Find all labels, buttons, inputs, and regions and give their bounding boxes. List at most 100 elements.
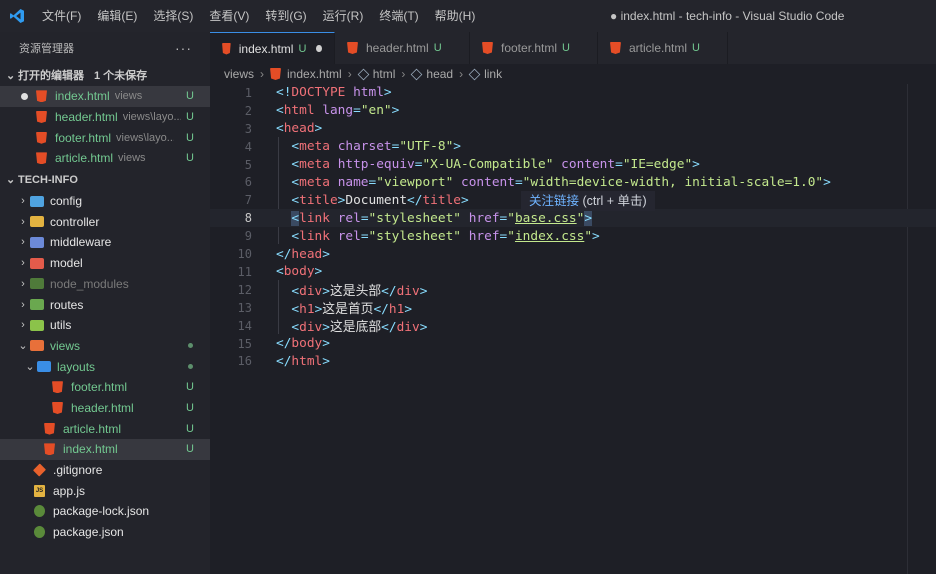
chevron-right-icon: › bbox=[21, 319, 25, 332]
menu-selection[interactable]: 选择(S) bbox=[145, 0, 201, 32]
title-bar: 文件(F) 编辑(E) 选择(S) 查看(V) 转到(G) 运行(R) 终端(T… bbox=[0, 0, 936, 32]
open-editor-name: header.html bbox=[55, 110, 118, 125]
file-item[interactable]: footer.html U bbox=[0, 377, 210, 398]
html-file-icon bbox=[222, 42, 231, 55]
code-line: 1 <!DOCTYPE html> bbox=[210, 84, 936, 102]
open-editors-label: 打开的编辑器 bbox=[18, 70, 84, 82]
menu-help[interactable]: 帮助(H) bbox=[427, 0, 484, 32]
line-number: 8 bbox=[244, 211, 252, 226]
menu-terminal[interactable]: 终端(T) bbox=[371, 0, 426, 32]
breadcrumb-item[interactable]: link bbox=[484, 67, 502, 81]
stylesheet-link[interactable]: index.css bbox=[515, 229, 584, 244]
folder-name: middleware bbox=[50, 235, 112, 250]
html-file-icon bbox=[610, 42, 621, 54]
tab-label: article.html bbox=[629, 41, 688, 55]
folder-item[interactable]: › node_modules bbox=[0, 274, 210, 295]
code-editor[interactable]: 1 <!DOCTYPE html> 2 <html lang="en"> 3 <… bbox=[210, 84, 936, 574]
line-number: 3 bbox=[244, 121, 252, 136]
folder-name: views bbox=[50, 338, 81, 353]
tab-footer-html[interactable]: footer.html U bbox=[470, 32, 598, 64]
folder-item[interactable]: › utils bbox=[0, 315, 210, 336]
chevron-right-icon: › bbox=[459, 67, 464, 81]
file-item[interactable]: .gitignore bbox=[0, 460, 210, 481]
menu-edit[interactable]: 编辑(E) bbox=[89, 0, 145, 32]
explorer-title: 资源管理器 bbox=[19, 43, 74, 55]
chevron-right-icon: › bbox=[21, 215, 25, 228]
tooltip-main-text[interactable]: 关注链接 bbox=[529, 194, 579, 208]
tab-label: index.html bbox=[238, 41, 294, 56]
chevron-right-icon: › bbox=[21, 195, 25, 208]
code-line: 14 <div>这是底部</div> bbox=[210, 317, 936, 336]
breadcrumb-item[interactable]: views bbox=[224, 67, 254, 81]
html-file-icon bbox=[36, 131, 47, 144]
folder-item-layouts[interactable]: ⌄ layouts bbox=[0, 356, 210, 377]
file-name: .gitignore bbox=[53, 463, 103, 478]
menu-view[interactable]: 查看(V) bbox=[201, 0, 257, 32]
unsaved-dot-icon[interactable] bbox=[316, 45, 322, 52]
chevron-right-icon: › bbox=[21, 236, 25, 249]
views-folder-icon bbox=[30, 340, 44, 352]
tab-article-html[interactable]: article.html U bbox=[598, 32, 728, 64]
untracked-badge: U bbox=[692, 42, 700, 54]
folder-name: layouts bbox=[57, 359, 96, 374]
stylesheet-link[interactable]: base.css bbox=[515, 211, 577, 226]
menu-go[interactable]: 转到(G) bbox=[257, 0, 314, 32]
html-file-icon bbox=[44, 422, 55, 435]
file-item[interactable]: package-lock.json bbox=[0, 501, 210, 522]
modified-dot-icon bbox=[188, 364, 193, 370]
file-name: index.html bbox=[63, 442, 118, 457]
open-editor-name: article.html bbox=[55, 151, 114, 166]
line-number: 15 bbox=[237, 336, 252, 351]
breadcrumb-item[interactable]: head bbox=[426, 67, 453, 81]
layouts-folder-icon bbox=[37, 361, 51, 373]
open-editor-item[interactable]: index.html views U bbox=[0, 86, 210, 107]
project-section[interactable]: ⌄ TECH-INFO bbox=[0, 169, 210, 191]
file-name: footer.html bbox=[71, 380, 128, 395]
code-line: 4 <meta charset="UTF-8"> bbox=[210, 138, 936, 156]
breadcrumb-item[interactable]: index.html bbox=[287, 67, 342, 81]
code-line: 6 <meta name="viewport" content="width=d… bbox=[210, 174, 936, 192]
middleware-folder-icon bbox=[30, 236, 44, 248]
line-number: 10 bbox=[237, 247, 252, 262]
open-editor-item[interactable]: article.html views U bbox=[0, 148, 210, 169]
line-number: 4 bbox=[244, 139, 252, 154]
node-json-file-icon bbox=[34, 526, 45, 539]
file-item[interactable]: JS app.js bbox=[0, 480, 210, 501]
code-line: 13 <h1>这是首页</h1> bbox=[210, 299, 936, 318]
tab-header-html[interactable]: header.html U bbox=[335, 32, 470, 64]
folder-item[interactable]: › controller bbox=[0, 211, 210, 232]
open-editor-item[interactable]: footer.html views\layo... U bbox=[0, 127, 210, 148]
untracked-badge: U bbox=[186, 401, 194, 414]
chevron-down-icon: ⌄ bbox=[6, 174, 16, 187]
menu-run[interactable]: 运行(R) bbox=[315, 0, 372, 32]
menu-file[interactable]: 文件(F) bbox=[34, 0, 89, 32]
chevron-right-icon: › bbox=[260, 67, 265, 81]
open-editor-name: footer.html bbox=[55, 130, 112, 145]
project-label: TECH-INFO bbox=[18, 173, 78, 186]
file-item[interactable]: header.html U bbox=[0, 398, 210, 419]
untracked-badge: U bbox=[186, 422, 194, 435]
tab-index-html[interactable]: index.html U bbox=[210, 32, 335, 64]
breadcrumb-item[interactable]: html bbox=[373, 67, 396, 81]
folder-item[interactable]: › model bbox=[0, 253, 210, 274]
folder-item[interactable]: › config bbox=[0, 191, 210, 212]
open-editors-section[interactable]: ⌄ 打开的编辑器 1 个未保存 bbox=[0, 64, 210, 86]
folder-item[interactable]: › routes bbox=[0, 294, 210, 315]
follow-link-tooltip[interactable]: 关注链接 (ctrl + 单击) bbox=[521, 191, 655, 211]
line-number: 2 bbox=[244, 103, 252, 118]
controller-folder-icon bbox=[30, 216, 44, 228]
chevron-right-icon: › bbox=[347, 67, 352, 81]
folder-item[interactable]: › middleware bbox=[0, 232, 210, 253]
file-item[interactable]: package.json bbox=[0, 522, 210, 543]
more-actions-icon[interactable]: ··· bbox=[175, 40, 192, 56]
html-file-icon bbox=[52, 381, 63, 394]
open-editor-item[interactable]: header.html views\layo... U bbox=[0, 107, 210, 128]
folder-name: controller bbox=[50, 214, 100, 229]
file-item-selected[interactable]: index.html U bbox=[0, 439, 210, 460]
modified-dot-icon bbox=[188, 343, 193, 349]
explorer-sidebar: 资源管理器 ··· ⌄ 打开的编辑器 1 个未保存 index.html vie… bbox=[0, 32, 210, 574]
file-item[interactable]: article.html U bbox=[0, 418, 210, 439]
folder-item-views[interactable]: ⌄ views bbox=[0, 336, 210, 357]
tab-label: header.html bbox=[366, 41, 429, 55]
open-editor-desc: views bbox=[114, 90, 143, 103]
